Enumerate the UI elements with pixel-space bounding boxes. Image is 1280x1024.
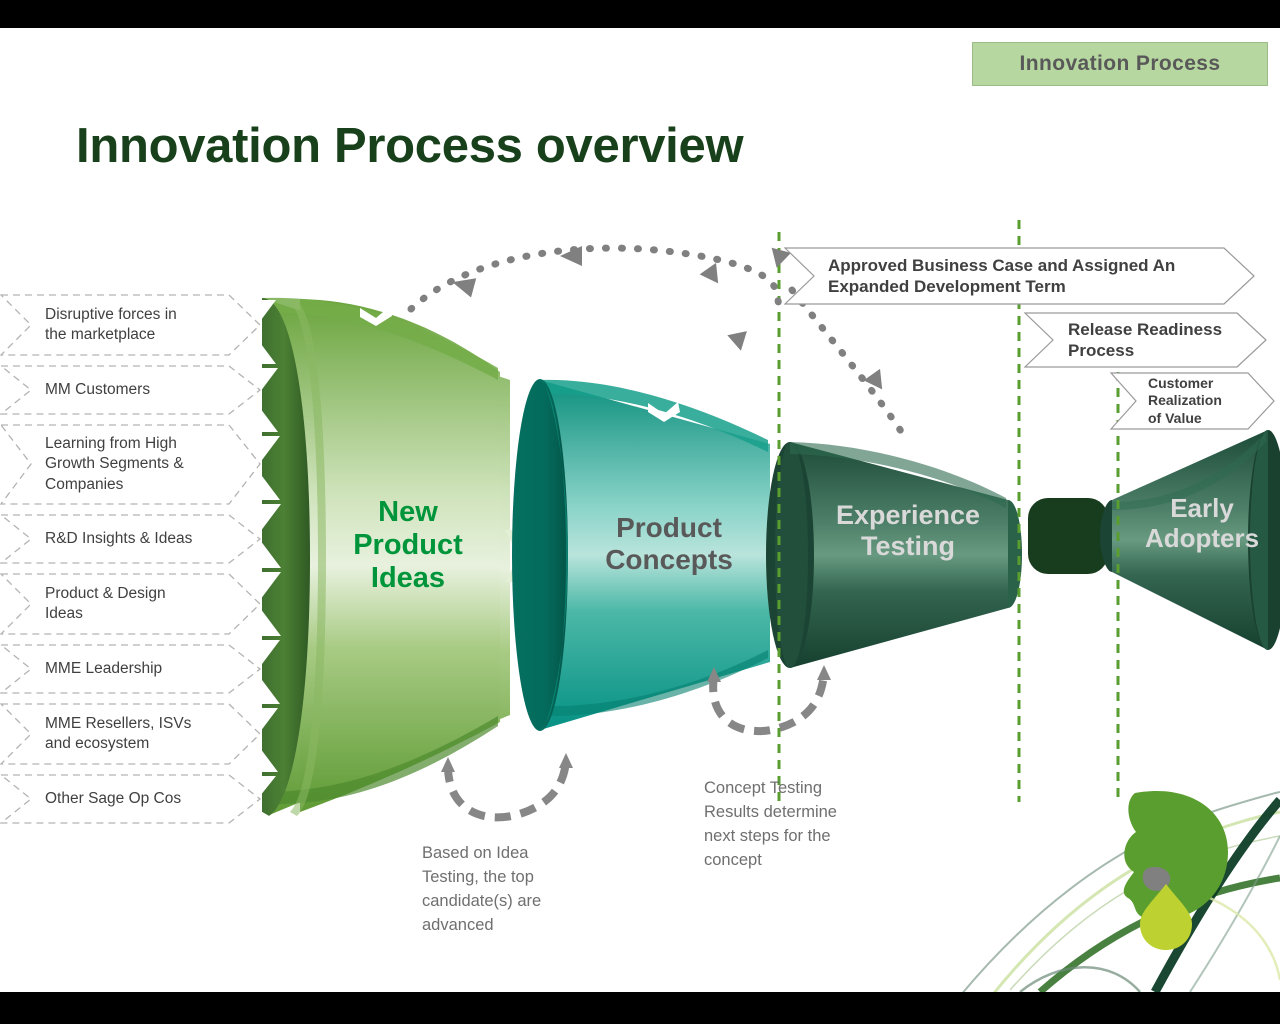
gate-banner-approved-business-case[interactable]: Approved Business Case and Assigned An E…: [784, 247, 1256, 305]
gate-banner-label: Approved Business Case and Assigned An E…: [828, 255, 1176, 296]
input-chevron-rd-insights[interactable]: R&D Insights & Ideas: [0, 514, 262, 564]
input-chevron-label: Learning from High Growth Segments & Com…: [45, 434, 184, 493]
recycle-arrow-right-heads: [707, 665, 831, 682]
feedback-arc-long: [407, 244, 783, 313]
stage-cone-experience-testing: [766, 442, 1022, 668]
caption-concept-testing: Concept Testing Results determine next s…: [704, 779, 837, 869]
recycle-arrow-left: [444, 761, 570, 822]
input-chevron-product-design-ideas[interactable]: Product & Design Ideas: [0, 573, 262, 635]
feedback-arc-long-heads: [452, 246, 791, 351]
recycle-arrow-right: [709, 673, 828, 736]
stage-label-experience-testing: Experience Testing: [835, 500, 981, 561]
stage-label-product-concepts: Product Concepts: [605, 512, 733, 575]
decorative-leaf-graphic: [959, 790, 1280, 999]
letterbox-bottom: [0, 992, 1280, 1024]
recycle-arrow-left-heads: [441, 753, 573, 772]
gate-banner-label: Release Readiness Process: [1068, 319, 1223, 360]
gate-line-group: [777, 220, 1120, 802]
input-chevron-label: MM Customers: [45, 380, 151, 398]
input-chevron-mm-customers[interactable]: MM Customers: [0, 365, 262, 415]
input-chevron-other-sage-op-cos[interactable]: Other Sage Op Cos: [0, 774, 262, 824]
input-chevron-disruptive-forces[interactable]: Disruptive forces in the marketplace: [0, 294, 262, 356]
input-chevron-mme-resellers[interactable]: MME Resellers, ISVs and ecosystem: [0, 703, 262, 765]
caption-idea-testing: Based on Idea Testing, the top candidate…: [422, 844, 542, 934]
input-chevron-learning-high-growth[interactable]: Learning from High Growth Segments & Com…: [0, 424, 262, 505]
feedback-arc-short-heads: [863, 368, 883, 390]
feedback-arc-short: [788, 286, 912, 446]
input-chevron-label: Product & Design Ideas: [45, 584, 166, 622]
letterbox-top: [0, 0, 1280, 28]
input-chevron-label: Other Sage Op Cos: [45, 789, 182, 807]
stage-label-early-adopters: Early Adopters: [1144, 493, 1260, 553]
stage-cone-early-adopters: [1100, 430, 1280, 650]
page-title: Innovation Process overview: [76, 119, 744, 173]
input-chevron-mme-leadership[interactable]: MME Leadership: [0, 644, 262, 694]
gate-banner-customer-realization[interactable]: Customer Realization of Value: [1110, 372, 1276, 430]
input-chevron-label: MME Resellers, ISVs and ecosystem: [45, 714, 192, 752]
gate-banner-release-readiness[interactable]: Release Readiness Process: [1024, 312, 1268, 368]
stage-funnel-new-product-ideas: [248, 297, 544, 820]
stage-connector-capsule: [1028, 498, 1108, 574]
slide-canvas: Innovation Process Innovation Process ov…: [0, 0, 1280, 1024]
stage-label-new-product-ideas: New Product Ideas: [353, 496, 463, 595]
input-chevron-label: R&D Insights & Ideas: [45, 529, 193, 547]
gate-banner-label: Customer Realization of Value: [1148, 375, 1222, 426]
header-tag: Innovation Process: [972, 42, 1268, 86]
input-chevron-label: MME Leadership: [45, 659, 163, 677]
stage-funnel-product-concepts: [512, 379, 798, 731]
input-chevron-label: Disruptive forces in the marketplace: [45, 305, 177, 343]
